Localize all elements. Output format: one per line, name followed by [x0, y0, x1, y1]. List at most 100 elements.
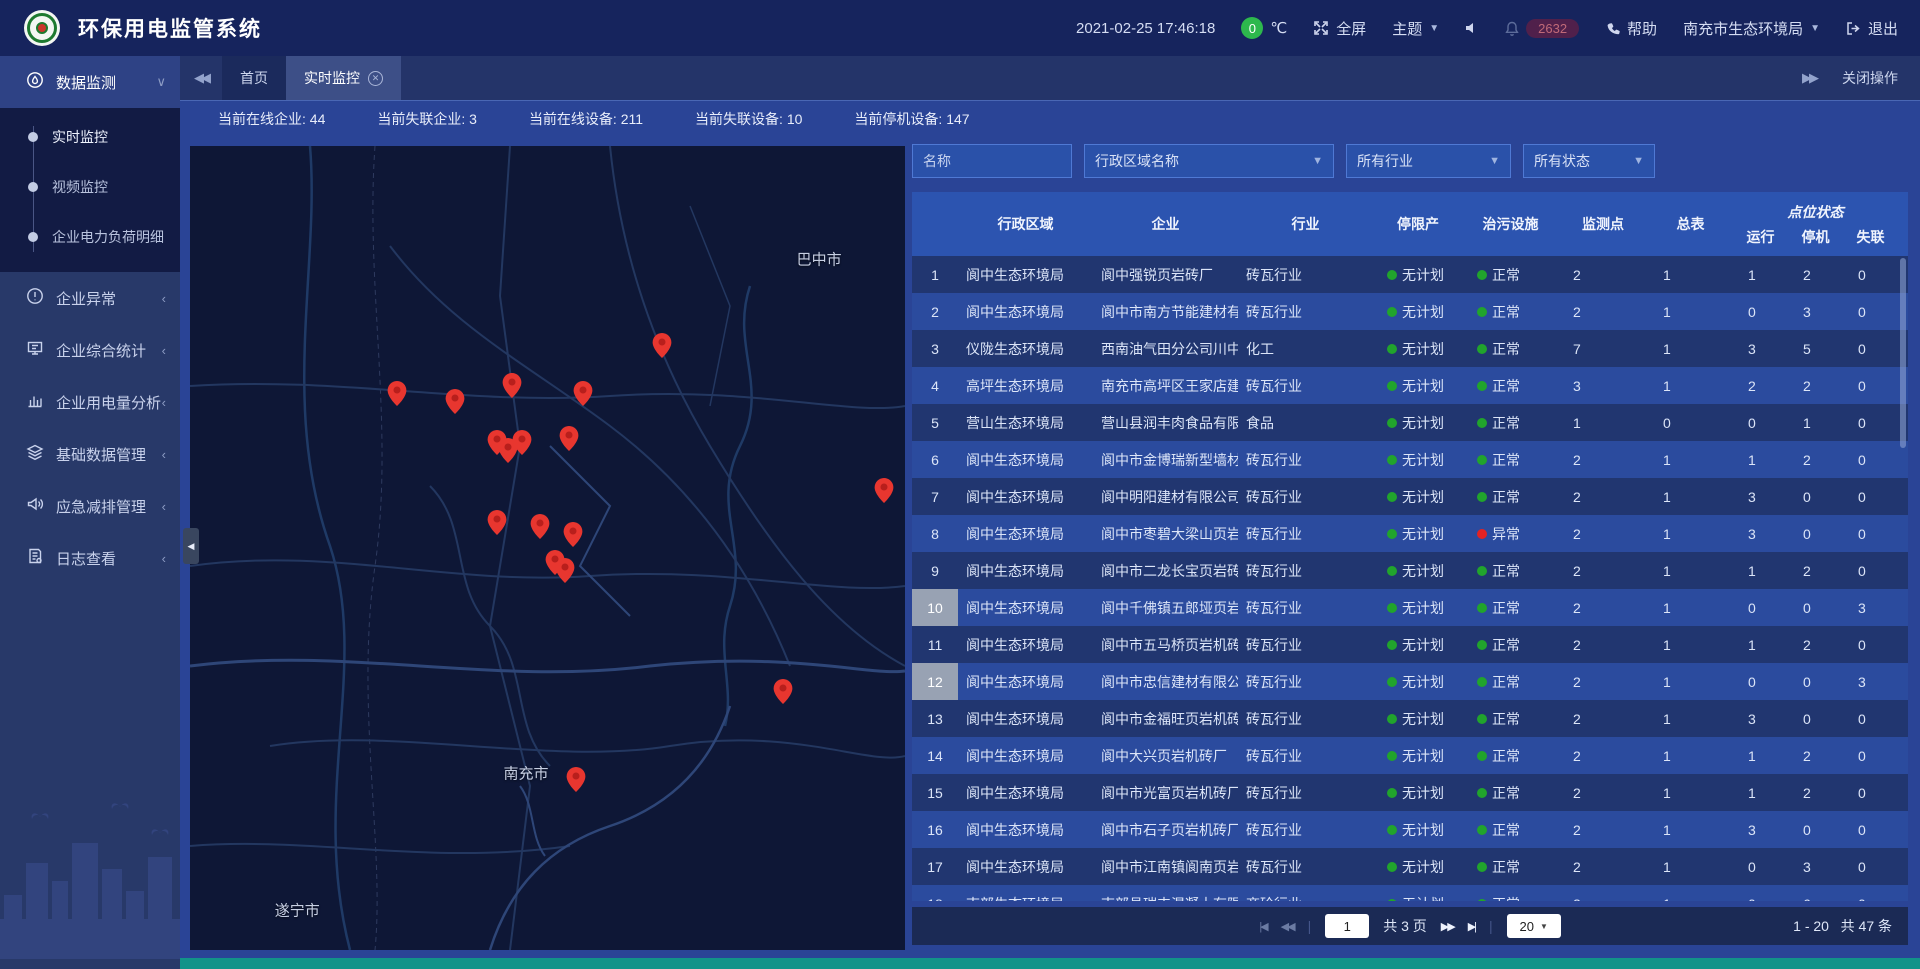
sidebar-item-实时监控[interactable]: 实时监控 — [0, 112, 180, 162]
sidebar-group-1[interactable]: 数据监测∨ — [0, 56, 180, 108]
cell-production-status: 无计划 — [1373, 811, 1463, 848]
table-row[interactable]: 18南部生态环境局南部县瑞丰混凝土有限公商砼行业无计划正常21060 — [912, 885, 1908, 901]
map-pin-icon[interactable] — [513, 430, 532, 460]
tabs-scroll-left-button[interactable]: ◀◀ — [180, 56, 222, 100]
table-row[interactable]: 4高坪生态环境局南充市高坪区王家店建砖瓦行业无计划正常31220 — [912, 367, 1908, 404]
close-operations-button[interactable]: 关闭操作 — [1842, 68, 1898, 88]
logout-button[interactable]: 退出 — [1846, 18, 1898, 39]
datetime: 2021-02-25 17:46:18 — [1076, 20, 1215, 37]
cell-treatment-status: 正常 — [1463, 737, 1558, 774]
filters-bar: 行政区域名称 ▼ 所有行业 ▼ 所有状态 ▼ — [912, 144, 1908, 178]
map-city-label: 巴中市 — [797, 248, 842, 269]
sidebar-group-7[interactable]: 日志查看‹ — [0, 532, 180, 584]
table-scrollbar[interactable] — [1900, 256, 1906, 901]
notifications[interactable]: 2632 — [1505, 19, 1579, 38]
sidebar-group-5[interactable]: 基础数据管理‹ — [0, 428, 180, 480]
next-page-button[interactable]: ▶▶ — [1441, 920, 1454, 933]
table-row[interactable]: 5营山生态环境局营山县润丰肉食品有限食品无计划正常10010 — [912, 404, 1908, 441]
cell-meter: 1 — [1648, 848, 1733, 885]
tabs-scroll-right-button[interactable]: ▶▶ — [1802, 70, 1816, 86]
sidebar-group-label: 企业异常 — [56, 288, 116, 309]
map-pin-icon[interactable] — [559, 426, 578, 456]
industry-filter-select[interactable]: 所有行业 ▼ — [1346, 144, 1511, 178]
sidebar-group-2[interactable]: 企业异常‹ — [0, 272, 180, 324]
table-row[interactable]: 3仪陇生态环境局西南油气田分公司川中化工无计划正常71350 — [912, 330, 1908, 367]
table-row[interactable]: 12阆中生态环境局阆中市忠信建材有限公砖瓦行业无计划正常21003 — [912, 663, 1908, 700]
name-filter-field[interactable] — [912, 144, 1072, 178]
cell-offline: 0 — [1843, 737, 1898, 774]
map-pin-icon[interactable] — [567, 767, 586, 797]
map-pin-icon[interactable] — [563, 522, 582, 552]
map-city-label: 遂宁市 — [275, 899, 320, 920]
map-pin-icon[interactable] — [556, 558, 575, 588]
cell-offline: 0 — [1843, 367, 1898, 404]
map-pin-icon[interactable] — [488, 510, 507, 540]
cell-points: 2 — [1558, 515, 1648, 552]
status-dot-icon — [1387, 862, 1397, 872]
map-pin-icon[interactable] — [874, 478, 893, 508]
map-pin-icon[interactable] — [774, 679, 793, 709]
table-row[interactable]: 17阆中生态环境局阆中市江南镇阆南页岩砖瓦行业无计划正常21030 — [912, 848, 1908, 885]
map-pin-icon[interactable] — [652, 333, 671, 363]
stat-value: 3 — [469, 111, 477, 127]
pagination-bar: |◀ ◀◀ | 共 3 页 ▶▶ ▶| | 20 ▼ 1 - 20 共 47 条 — [912, 907, 1908, 945]
cell-production-status: 无计划 — [1373, 293, 1463, 330]
sidebar-item-视频监控[interactable]: 视频监控 — [0, 162, 180, 212]
cell-treatment-status: 正常 — [1463, 330, 1558, 367]
map-pin-icon[interactable] — [574, 381, 593, 411]
org-dropdown[interactable]: 南充市生态环境局 ▼ — [1683, 18, 1820, 39]
status-dot-icon — [1477, 603, 1487, 613]
map-pin-icon[interactable] — [531, 514, 550, 544]
status-dot-icon — [1387, 677, 1397, 687]
table-row[interactable]: 6阆中生态环境局阆中市金博瑞新型墙材砖瓦行业无计划正常21120 — [912, 441, 1908, 478]
table-row[interactable]: 2阆中生态环境局阆中市南方节能建材有砖瓦行业无计划正常21030 — [912, 293, 1908, 330]
cell-stopped: 2 — [1788, 737, 1843, 774]
table-row[interactable]: 7阆中生态环境局阆中明阳建材有限公司砖瓦行业无计划正常21300 — [912, 478, 1908, 515]
prev-page-button[interactable]: ◀◀ — [1281, 920, 1294, 933]
sidebar-group-4[interactable]: 企业用电量分析‹ — [0, 376, 180, 428]
tab-close-icon[interactable]: ✕ — [368, 71, 383, 86]
tab-realtime-monitor[interactable]: 实时监控 ✕ — [286, 56, 401, 100]
region-filter-select[interactable]: 行政区域名称 ▼ — [1084, 144, 1334, 178]
cell-meter: 1 — [1648, 885, 1733, 901]
help-button[interactable]: 帮助 — [1605, 18, 1657, 39]
table-row[interactable]: 13阆中生态环境局阆中市金福旺页岩机砖砖瓦行业无计划正常21300 — [912, 700, 1908, 737]
first-page-button[interactable]: |◀ — [1259, 920, 1266, 933]
table-row[interactable]: 10阆中生态环境局阆中千佛镇五郎垭页岩砖瓦行业无计划正常21003 — [912, 589, 1908, 626]
table-row[interactable]: 16阆中生态环境局阆中市石子页岩机砖厂砖瓦行业无计划正常21300 — [912, 811, 1908, 848]
status-dot-icon — [1477, 899, 1487, 902]
map-pin-icon[interactable] — [502, 373, 521, 403]
status-text: 无计划 — [1402, 339, 1444, 359]
row-index: 4 — [912, 367, 958, 404]
last-page-button[interactable]: ▶| — [1468, 920, 1475, 933]
table-row[interactable]: 14阆中生态环境局阆中大兴页岩机砖厂砖瓦行业无计划正常21120 — [912, 737, 1908, 774]
table-row[interactable]: 1阆中生态环境局阆中强锐页岩砖厂砖瓦行业无计划正常21120 — [912, 256, 1908, 293]
notification-count-badge: 2632 — [1526, 19, 1579, 38]
cell-production-status: 无计划 — [1373, 367, 1463, 404]
tab-home[interactable]: 首页 — [222, 56, 286, 100]
cell-production-status: 无计划 — [1373, 663, 1463, 700]
table-row[interactable]: 8阆中生态环境局阆中市枣碧大梁山页岩砖瓦行业无计划异常21300 — [912, 515, 1908, 552]
cell-production-status: 无计划 — [1373, 441, 1463, 478]
name-filter-input[interactable] — [923, 153, 1061, 169]
map-pin-icon[interactable] — [388, 381, 407, 411]
page-number-input[interactable] — [1325, 914, 1369, 938]
col-header-point-status-group: 点位状态 — [1733, 192, 1898, 224]
fullscreen-button[interactable]: 全屏 — [1313, 18, 1366, 39]
sidebar-item-企业电力负荷明细[interactable]: 企业电力负荷明细 — [0, 212, 180, 262]
map-panel[interactable]: 巴中市南充市遂宁市 — [190, 146, 905, 950]
map-pin-icon[interactable] — [445, 389, 464, 419]
table-row[interactable]: 9阆中生态环境局阆中市二龙长宝页岩砖砖瓦行业无计划正常21120 — [912, 552, 1908, 589]
sidebar-group-6[interactable]: 应急减排管理‹ — [0, 480, 180, 532]
status-filter-select[interactable]: 所有状态 ▼ — [1523, 144, 1655, 178]
table-row[interactable]: 15阆中生态环境局阆中市光富页岩机砖厂砖瓦行业无计划正常21120 — [912, 774, 1908, 811]
theme-dropdown[interactable]: 主题 ▼ — [1392, 18, 1439, 39]
cell-production-status: 无计划 — [1373, 885, 1463, 901]
table-panel: 行政区域名称 ▼ 所有行业 ▼ 所有状态 ▼ 行政区域 企业 行业 停限产 治污… — [912, 144, 1908, 954]
table-row[interactable]: 11阆中生态环境局阆中市五马桥页岩机砖砖瓦行业无计划正常21120 — [912, 626, 1908, 663]
page-size-select[interactable]: 20 ▼ — [1507, 914, 1561, 938]
sound-button[interactable] — [1465, 21, 1479, 35]
status-dot-icon — [1477, 307, 1487, 317]
panel-collapse-button[interactable]: ◀ — [183, 528, 199, 564]
sidebar-group-3[interactable]: 企业综合统计‹ — [0, 324, 180, 376]
